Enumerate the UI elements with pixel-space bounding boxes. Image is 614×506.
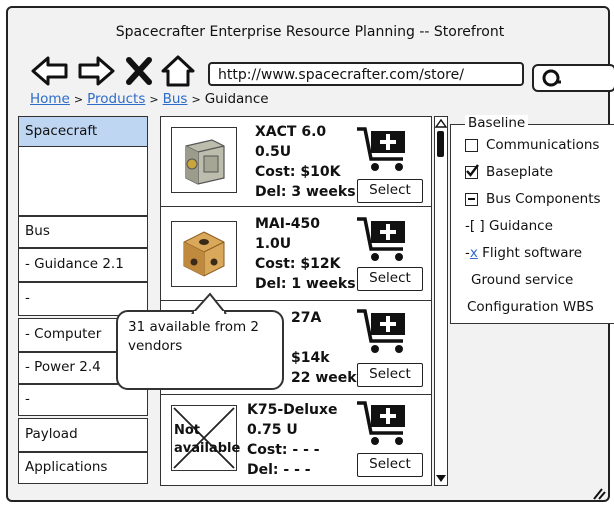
search-input[interactable] — [532, 64, 614, 92]
baseline-item-ground-service[interactable]: Ground service — [471, 272, 573, 288]
product-size: 0.75 U — [247, 422, 298, 438]
breadcrumb-separator: > — [73, 93, 84, 106]
product-delivery: Del: 3 weeks — [255, 184, 356, 200]
search-icon — [542, 69, 561, 87]
baseline-item-label: Communications — [486, 137, 600, 153]
sidebar-item-blank[interactable] — [18, 146, 148, 216]
baseline-item-label: Ground service — [471, 272, 574, 288]
product-row: MAI-450 1.0U Cost: $12K Del: 1 weeks Sel… — [161, 209, 431, 301]
select-button[interactable]: Select — [357, 179, 423, 203]
scroll-thumb[interactable] — [437, 131, 444, 157]
baseline-item-baseplate[interactable]: Baseplate — [465, 163, 554, 180]
home-icon[interactable] — [160, 54, 196, 88]
baseline-item-label: Baseplate — [486, 164, 554, 180]
product-size: 0.5U — [255, 144, 292, 160]
select-button[interactable]: Select — [357, 363, 423, 387]
breadcrumb-home[interactable]: Home — [30, 91, 70, 107]
checkbox-checked-icon[interactable] — [465, 163, 479, 179]
scroll-down-icon[interactable] — [435, 474, 447, 484]
product-thumbnail — [171, 127, 237, 193]
checkbox-unchecked-icon[interactable] — [465, 138, 478, 152]
product-name: XACT 6.0 — [255, 124, 327, 140]
address-bar[interactable]: http://www.spacecrafter.com/store/ — [208, 62, 524, 86]
remove-marker[interactable]: x — [470, 245, 478, 261]
sidebar-item-label: - Power 2.4 — [25, 359, 101, 375]
product-row: XACT 6.0 0.5U Cost: $10K Del: 3 weeks Se… — [161, 117, 431, 207]
product-delivery: Del: 1 weeks — [255, 276, 356, 292]
tooltip-text: 31 available from 2 vendors — [128, 319, 259, 354]
sidebar-item-applications[interactable]: Applications — [18, 452, 148, 484]
add-to-cart-icon[interactable] — [355, 397, 413, 449]
baseline-item-label: Flight software — [477, 245, 583, 261]
not-available-label: Not available — [174, 423, 241, 456]
sidebar-item-label: Applications — [25, 459, 108, 475]
product-size: 1.0U — [255, 236, 292, 252]
select-button[interactable]: Select — [357, 453, 423, 477]
wooden-cube-icon — [183, 231, 225, 277]
breadcrumb-separator: > — [149, 93, 159, 106]
product-delivery: Del: - - - — [247, 462, 311, 478]
close-icon[interactable] — [124, 54, 154, 88]
product-delivery: 22 weeks — [291, 370, 365, 386]
baseline-panel: Baseline Communications Baseplate Bus Co… — [450, 115, 614, 324]
sidebar-item-label: Spacecraft — [25, 123, 98, 139]
availability-tooltip: 31 available from 2 vendors — [116, 292, 284, 390]
sidebar-item-label: Payload — [25, 426, 78, 442]
breadcrumb-separator: > — [191, 93, 201, 106]
breadcrumb-bus[interactable]: Bus — [163, 91, 188, 107]
product-name: K75-Deluxe — [247, 402, 338, 418]
product-cost: Cost: $10K — [255, 164, 341, 180]
resize-grip-icon[interactable] — [590, 486, 606, 500]
product-cost: Cost: - - - — [247, 442, 320, 458]
sidebar-item-bus[interactable]: Bus — [18, 216, 148, 248]
baseline-item-communications[interactable]: Communications — [465, 137, 599, 153]
breadcrumb-current: Guidance — [204, 91, 269, 107]
baseline-item-guidance[interactable]: -[ ] Guidance — [465, 218, 553, 234]
select-button[interactable]: Select — [357, 267, 423, 291]
sidebar-item-label: - — [25, 290, 30, 306]
baseline-legend: Baseline — [465, 115, 529, 131]
product-row: Not available K75-Deluxe 0.75 U Cost: - … — [161, 397, 431, 485]
add-to-cart-icon[interactable] — [355, 123, 413, 175]
breadcrumb-products[interactable]: Products — [87, 91, 145, 107]
sidebar-item-label: - — [25, 391, 30, 407]
baseline-item-label: Configuration WBS — [467, 299, 594, 315]
baseline-item-flight-software[interactable]: -x Flight software — [465, 245, 582, 261]
baseline-item-label: Bus Components — [486, 191, 601, 207]
checkbox-partial-icon[interactable] — [465, 192, 478, 206]
sidebar-item-spacecraft[interactable]: Spacecraft — [18, 116, 148, 148]
forward-arrow-icon[interactable] — [76, 54, 116, 88]
sidebar-item-guidance[interactable]: - Guidance 2.1 — [18, 248, 148, 282]
sidebar-item-payload[interactable]: Payload — [18, 418, 148, 452]
baseline-item-bus-components[interactable]: Bus Components — [465, 191, 601, 207]
product-cost: $14k — [291, 350, 330, 366]
status-bar — [8, 486, 608, 500]
cube-satellite-icon — [185, 139, 225, 185]
add-to-cart-icon[interactable] — [355, 213, 413, 265]
back-arrow-icon[interactable] — [30, 54, 70, 88]
sidebar-item-label: - Computer — [25, 326, 102, 342]
window-title: Spacecrafter Enterprise Resource Plannin… — [115, 24, 505, 40]
sidebar-item-label: Bus — [25, 223, 50, 239]
product-thumbnail — [171, 221, 237, 287]
baseline-item-label: -[ ] Guidance — [465, 218, 553, 234]
scroll-up-icon[interactable] — [435, 118, 447, 128]
tooltip-pointer — [191, 292, 227, 314]
baseline-item-configuration-wbs[interactable]: Configuration WBS — [467, 299, 594, 315]
product-list-scrollbar[interactable] — [434, 116, 448, 486]
breadcrumb: Home > Products > Bus > Guidance — [30, 91, 269, 107]
add-to-cart-icon[interactable] — [355, 305, 413, 357]
browser-window: Spacecrafter Enterprise Resource Plannin… — [6, 6, 614, 502]
product-thumbnail-unavailable: Not available — [171, 405, 240, 471]
product-name: MAI-450 — [255, 216, 321, 232]
sidebar-item-label: - Guidance 2.1 — [25, 256, 124, 272]
product-name: 27A — [291, 310, 322, 326]
product-cost: Cost: $12K — [255, 256, 341, 272]
